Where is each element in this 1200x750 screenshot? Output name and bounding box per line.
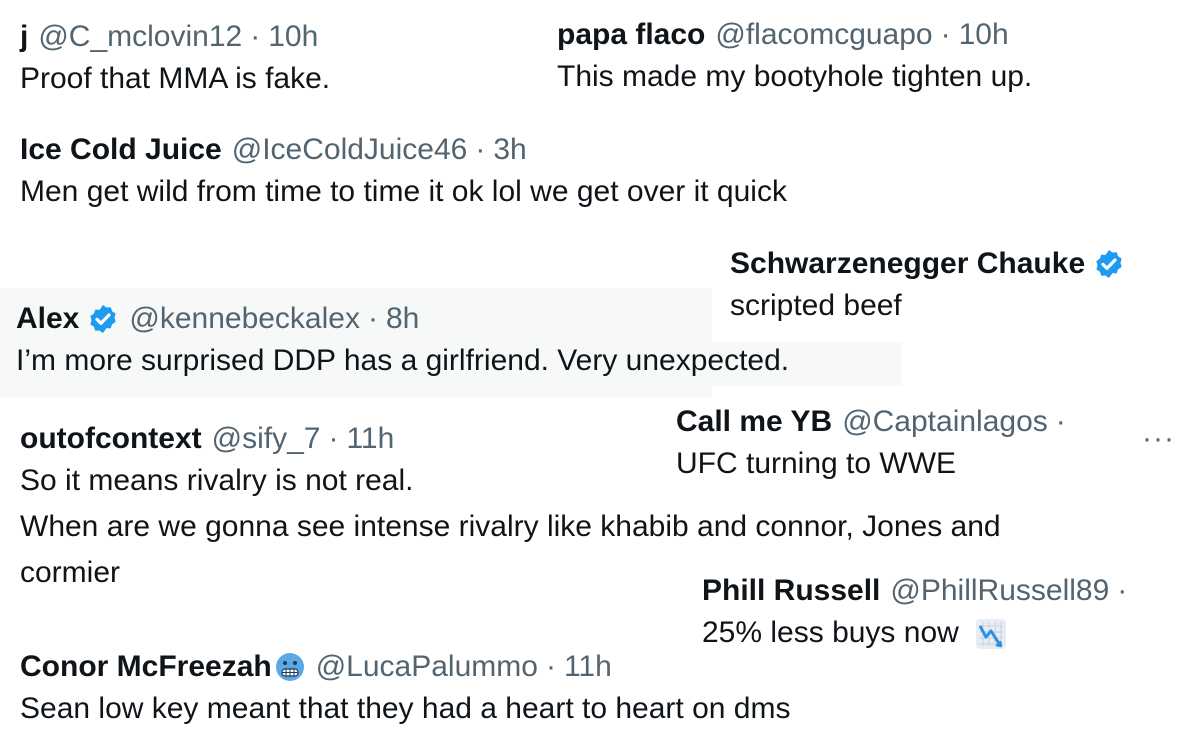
tweet-header: Conor McFreezah @LucaPalummo · 11h: [20, 648, 790, 686]
tweet-schwarzenegger-chauke[interactable]: Schwarzenegger Chauke scripted beef: [730, 245, 1125, 329]
display-name[interactable]: j: [20, 18, 28, 56]
user-handle[interactable]: @IceColdJuice46: [232, 131, 468, 169]
tweet-header: j @C_mclovin12 · 10h: [20, 18, 330, 56]
tweet-text: Proof that MMA is fake.: [20, 62, 331, 95]
tweet-header: Alex @kennebeckalex · 8h: [16, 300, 789, 338]
display-name[interactable]: papa flaco: [557, 16, 705, 54]
display-name[interactable]: outofcontext: [20, 420, 202, 458]
tweet-text: 25% less buys now: [702, 616, 959, 649]
display-name[interactable]: Schwarzenegger Chauke: [730, 245, 1085, 283]
separator-dot: ·: [1117, 574, 1128, 607]
tweet-ice-cold-juice[interactable]: Ice Cold Juice @IceColdJuice46 · 3h Men …: [20, 131, 787, 215]
cold-face-icon: [275, 653, 304, 681]
tweet-text: Men get wild from time to time it ok lol…: [20, 175, 787, 208]
separator-dot: ·: [545, 650, 556, 683]
verified-badge-icon: [90, 305, 117, 333]
tweet-header: Schwarzenegger Chauke: [730, 245, 1125, 283]
user-handle[interactable]: @flacomcguapo: [715, 16, 932, 54]
tweet-header: outofcontext @sify_7 · 11h: [20, 420, 1001, 458]
timestamp[interactable]: 8h: [386, 300, 419, 338]
tweet-text: I’m more surprised DDP has a girlfriend.…: [16, 344, 790, 377]
separator-dot: ·: [250, 20, 261, 53]
separator-dot: ·: [1055, 405, 1066, 438]
tweet-papa-flaco[interactable]: papa flaco @flacomcguapo · 10h This made…: [557, 16, 1032, 100]
tweet-header: Ice Cold Juice @IceColdJuice46 · 3h: [20, 131, 787, 169]
timestamp[interactable]: 11h: [346, 420, 394, 458]
display-name[interactable]: Conor McFreezah: [20, 648, 272, 686]
timestamp[interactable]: 10h: [959, 16, 1009, 54]
tweet-alex[interactable]: Alex @kennebeckalex · 8h I’m more surpri…: [16, 300, 789, 384]
timestamp[interactable]: 11h: [564, 648, 612, 686]
tweet-text: scripted beef: [730, 289, 902, 322]
separator-dot: ·: [367, 302, 378, 335]
display-name[interactable]: Ice Cold Juice: [20, 131, 222, 169]
timestamp[interactable]: 3h: [493, 131, 526, 169]
user-handle[interactable]: @sify_7: [212, 420, 321, 458]
display-name[interactable]: Phill Russell: [702, 572, 880, 610]
timestamp[interactable]: 10h: [268, 18, 318, 56]
tweet-j[interactable]: j @C_mclovin12 · 10h Proof that MMA is f…: [20, 18, 330, 102]
tweet-text-line: When are we gonna see intense rivalry li…: [20, 510, 1001, 543]
separator-dot: ·: [328, 422, 339, 455]
tweet-header: papa flaco @flacomcguapo · 10h: [557, 16, 1032, 54]
separator-dot: ·: [475, 133, 486, 166]
tweet-outofcontext[interactable]: outofcontext @sify_7 · 11h So it means r…: [20, 420, 1001, 596]
tweet-conor-mcfreezah[interactable]: Conor McFreezah @LucaPalummo · 11h Sean …: [20, 648, 790, 732]
chart-decreasing-icon: [976, 619, 1007, 650]
tweet-text: This made my bootyhole tighten up.: [557, 60, 1033, 93]
tweet-header: Phill Russell @PhillRussell89 ·: [702, 572, 1135, 610]
user-handle[interactable]: @PhillRussell89: [890, 572, 1109, 610]
user-handle[interactable]: @kennebeckalex: [129, 300, 360, 338]
verified-badge-icon: [1096, 250, 1122, 278]
display-name[interactable]: Alex: [16, 300, 79, 338]
separator-dot: ·: [940, 18, 951, 51]
more-options-icon[interactable]: ···: [1142, 422, 1175, 456]
tweet-text-line: So it means rivalry is not real.: [20, 464, 414, 497]
tweet-text: Sean low key meant that they had a heart…: [20, 692, 791, 725]
user-handle[interactable]: @C_mclovin12: [38, 18, 242, 56]
tweet-phill-russell[interactable]: Phill Russell @PhillRussell89 · 25% less…: [702, 572, 1135, 656]
user-handle[interactable]: @LucaPalummo: [316, 648, 538, 686]
